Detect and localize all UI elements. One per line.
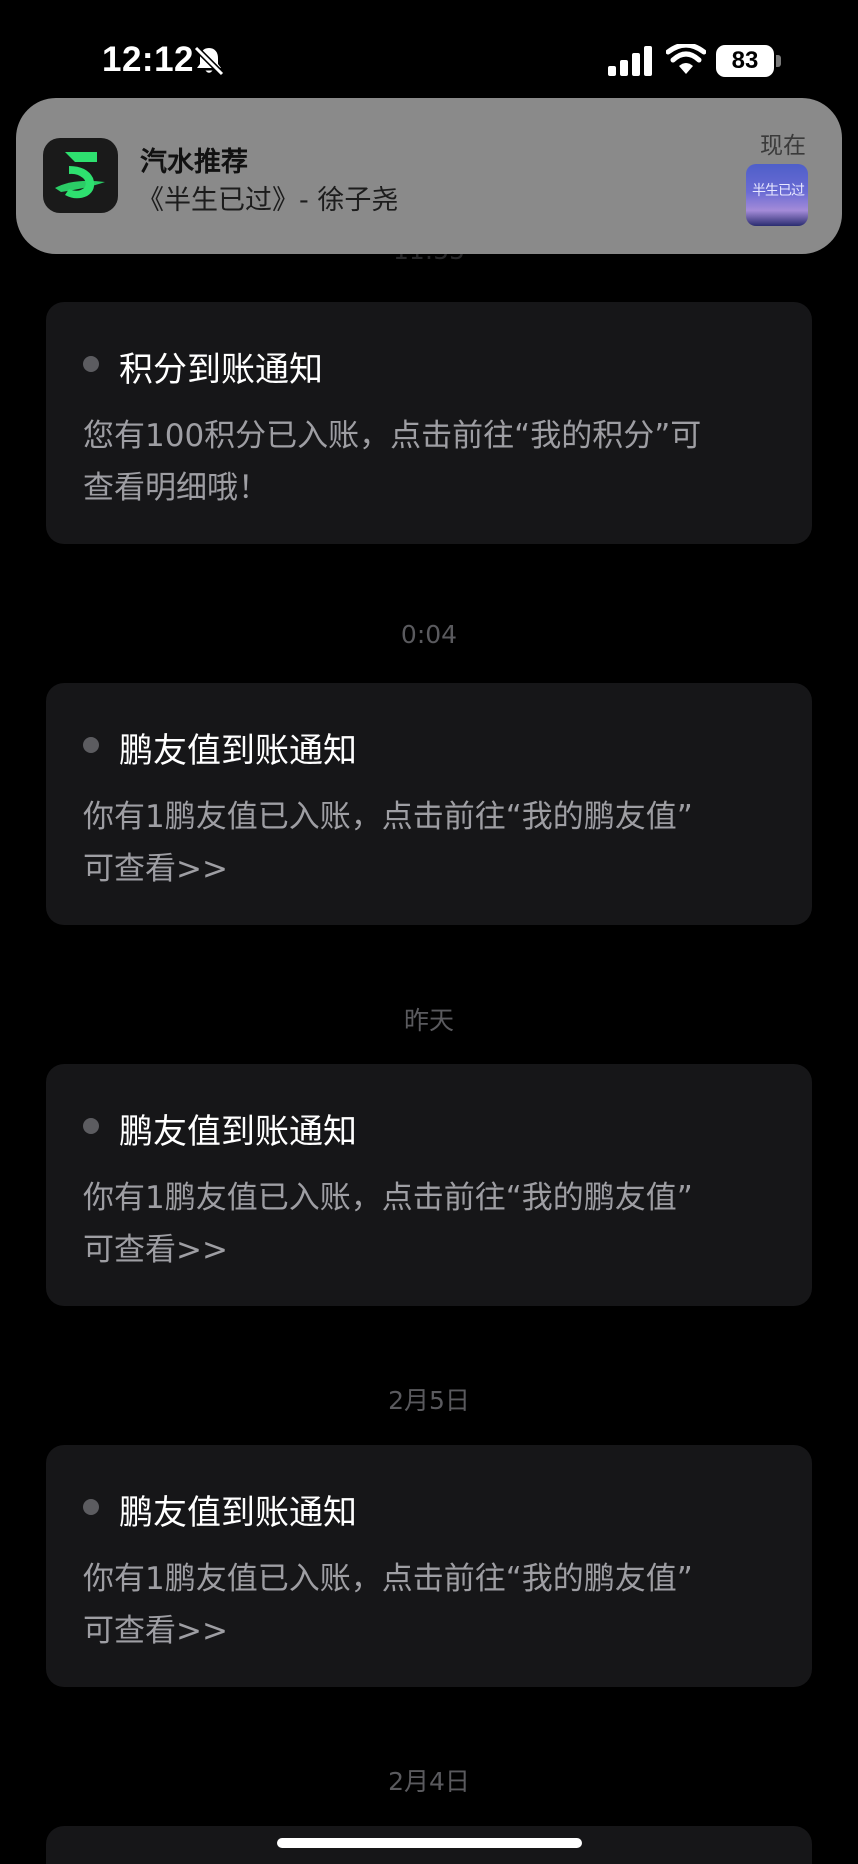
home-indicator[interactable]	[277, 1838, 582, 1848]
wifi-icon	[666, 44, 706, 74]
battery-cap	[776, 55, 781, 67]
card-body: 你有1鹏友值已入账，点击前往“我的鹏友值” 可查看>>	[83, 1180, 693, 1268]
card-title: 积分到账通知	[119, 350, 323, 390]
battery-icon: 83	[716, 45, 782, 77]
bell-slash-icon	[193, 45, 225, 77]
banner-time: 现在	[760, 133, 806, 159]
status-time: 12:12	[102, 40, 195, 79]
unread-dot	[83, 356, 99, 372]
unread-dot	[83, 737, 99, 753]
banner-notification[interactable]: 汽水推荐 《半生已过》- 徐子尧 现在 半生已过	[16, 98, 842, 254]
status-bar: 12:12 83	[0, 0, 858, 110]
date-separator: 0:04	[400, 620, 458, 649]
notification-card[interactable]: 积分到账通知 您有100积分已入账，点击前往“我的积分”可 查看明细哦！	[46, 302, 812, 544]
album-title-text: 半生已过	[752, 183, 805, 199]
notification-card[interactable]: 鹏友值到账通知 你有1鹏友值已入账，点击前往“我的鹏友值” 可查看>>	[46, 1064, 812, 1306]
cellular-signal-icon	[608, 46, 652, 76]
date-separator: 昨天	[403, 1006, 454, 1035]
notification-card[interactable]: 鹏友值到账通知 你有1鹏友值已入账，点击前往“我的鹏友值” 可查看>>	[46, 683, 812, 925]
banner-body: 《半生已过》- 徐子尧	[137, 185, 399, 216]
card-body: 您有100积分已入账，点击前往“我的积分”可 查看明细哦！	[83, 418, 702, 506]
battery-level: 83	[716, 45, 774, 77]
unread-dot	[83, 1118, 99, 1134]
soda-music-app-icon	[43, 138, 118, 213]
card-body: 你有1鹏友值已入账，点击前往“我的鹏友值” 可查看>>	[83, 799, 693, 887]
unread-dot	[83, 1499, 99, 1515]
card-body: 你有1鹏友值已入账，点击前往“我的鹏友值” 可查看>>	[83, 1561, 693, 1649]
date-separator: 2月4日	[388, 1767, 470, 1796]
notification-page: 12:12 83 汽水推荐 《半生已过》- 徐子尧 现在 半生已过 积分到账通知…	[0, 0, 858, 1864]
album-art: 半生已过	[746, 164, 808, 226]
date-separator: 2月5日	[388, 1386, 470, 1415]
notification-card[interactable]: 鹏友值到账通知 你有1鹏友值已入账，点击前往“我的鹏友值” 可查看>>	[46, 1445, 812, 1687]
banner-app-name: 汽水推荐	[140, 147, 248, 178]
card-title: 鹏友值到账通知	[119, 1493, 357, 1533]
card-title: 鹏友值到账通知	[119, 1112, 357, 1152]
card-title: 鹏友值到账通知	[119, 731, 357, 771]
